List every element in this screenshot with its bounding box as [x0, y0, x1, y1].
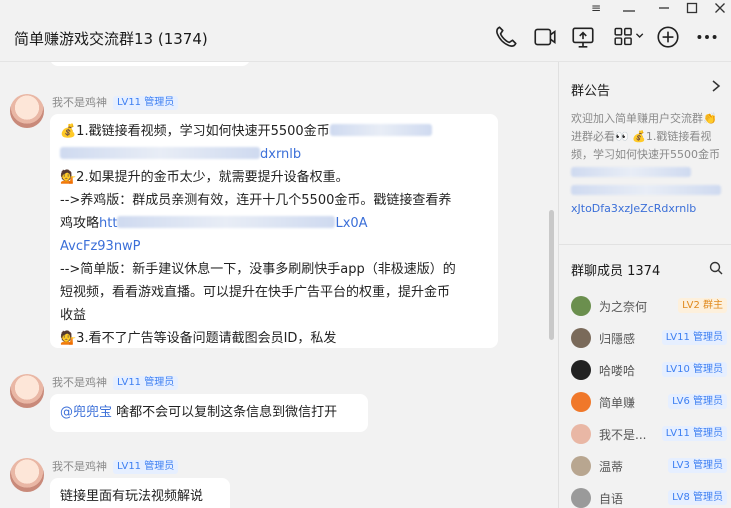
member-row[interactable]: 简单赚 LV6 管理员 — [571, 390, 731, 414]
group-info-panel: 群公告 欢迎加入简单赚用户交流群👏 进群必看👀 💰1.戳链接看视频，学习如何快速… — [559, 62, 731, 508]
message-text: 啥都不会可以复制这条信息到微信打开 — [112, 405, 338, 420]
voice-call-icon[interactable] — [493, 24, 519, 50]
message-text: 鸡攻略 — [60, 216, 100, 231]
chat-title: 简单赚游戏交流群13 (1374) — [14, 30, 208, 48]
member-row[interactable]: 自语 LV8 管理员 — [571, 486, 731, 508]
member-name: 我不是... — [599, 428, 647, 442]
admin-badge: LV6 管理员 — [668, 394, 727, 409]
message-bubble[interactable]: @兜兜宝 啥都不会可以复制这条信息到微信打开 — [50, 394, 368, 432]
message-text: 收益 — [60, 308, 87, 323]
member-name: 归隱感 — [599, 332, 636, 346]
member-avatar[interactable] — [571, 488, 591, 508]
sender-name: 我不是鸡神 — [52, 96, 107, 109]
redacted-link[interactable] — [117, 216, 336, 228]
member-avatar[interactable] — [571, 328, 591, 348]
admin-badge: LV11 管理员 — [661, 426, 727, 441]
add-member-icon[interactable] — [655, 24, 681, 50]
level-badge: LV11 管理员 — [113, 460, 179, 474]
admin-badge: LV11 管理员 — [661, 330, 727, 345]
message-text: -->养鸡版：群成员亲测有效，连开十几个5500金币。戳链接查看养 — [60, 193, 452, 208]
mention-link[interactable]: @兜兜宝 — [60, 405, 112, 420]
redacted-link[interactable] — [571, 167, 691, 177]
member-name: 温蒂 — [599, 460, 624, 474]
message-text: 💁3.看不了广告等设备问题请截图会员ID，私发 — [60, 331, 337, 346]
member-row[interactable]: 我不是... LV11 管理员 — [571, 422, 731, 446]
member-avatar[interactable] — [571, 296, 591, 316]
message-sender: 我不是鸡神 LV11 管理员 — [52, 94, 179, 110]
sender-name: 我不是鸡神 — [52, 376, 107, 389]
redacted-link[interactable] — [571, 185, 721, 195]
admin-badge: LV10 管理员 — [661, 362, 727, 377]
member-row[interactable]: 为之奈何 LV2 群主 — [571, 294, 731, 318]
screen-share-icon[interactable] — [570, 24, 596, 50]
message-link[interactable]: AvcFz93nwP — [60, 235, 488, 258]
message-link[interactable]: Lx0A — [335, 216, 367, 231]
chat-scrollbar[interactable] — [549, 210, 554, 340]
sender-avatar[interactable] — [10, 374, 44, 408]
message-text: 💰1.戳链接看视频，学习如何快速开5500金币 — [60, 124, 330, 139]
redacted-link[interactable] — [329, 124, 432, 136]
search-icon[interactable] — [709, 260, 725, 276]
maximize-icon[interactable] — [683, 2, 701, 20]
sender-avatar[interactable] — [10, 94, 44, 128]
apps-grid-icon[interactable] — [612, 24, 646, 50]
owner-badge: LV2 群主 — [678, 298, 727, 313]
title-bar: 简单赚游戏交流群13 (1374) ≡ — [0, 0, 731, 62]
message-link[interactable]: htt — [99, 216, 117, 231]
member-row[interactable]: 温蒂 LV3 管理员 — [571, 454, 731, 478]
video-call-icon[interactable] — [532, 24, 558, 50]
member-name: 哈喽哈 — [599, 364, 636, 378]
previous-message-bubble — [50, 62, 250, 66]
members-title: 群聊成员 1374 — [571, 264, 661, 279]
sender-name: 我不是鸡神 — [52, 460, 107, 473]
message-sender: 我不是鸡神 LV11 管理员 — [52, 374, 179, 390]
redacted-link[interactable] — [60, 147, 260, 159]
message-text: -->简单版：新手建议休息一下，没事多刷刷快手app（非极速版）的 — [60, 262, 456, 277]
more-menu-icon[interactable]: ≡ — [587, 0, 605, 18]
pin-icon[interactable] — [620, 4, 638, 22]
level-badge: LV11 管理员 — [113, 376, 179, 390]
close-icon[interactable] — [711, 2, 729, 20]
minimize-icon[interactable] — [655, 2, 673, 20]
admin-badge: LV8 管理员 — [668, 490, 727, 505]
group-notice[interactable]: 欢迎加入简单赚用户交流群👏 进群必看👀 💰1.戳链接看视频，学习如何快速开550… — [571, 110, 723, 218]
message-text: 链接里面有玩法视频解说 — [60, 489, 204, 504]
more-options-icon[interactable] — [694, 24, 720, 50]
notice-text: 欢迎加入简单赚用户交流群👏 进群必看👀 💰1.戳链接看视频，学习如何快速开550… — [571, 112, 720, 161]
message-link[interactable]: dxrnlb — [260, 147, 301, 162]
admin-badge: LV3 管理员 — [668, 458, 727, 473]
message-bubble[interactable]: 链接里面有玩法视频解说 — [50, 478, 230, 508]
member-avatar[interactable] — [571, 392, 591, 412]
message-text: 💁2.如果提升的金币太少，就需要提升设备权重。 — [60, 170, 349, 185]
member-name: 简单赚 — [599, 396, 636, 410]
member-name: 为之奈何 — [599, 300, 648, 314]
message-sender: 我不是鸡神 LV11 管理员 — [52, 458, 179, 474]
notice-title[interactable]: 群公告 — [571, 80, 610, 99]
section-divider — [559, 244, 731, 245]
member-avatar[interactable] — [571, 456, 591, 476]
message-bubble[interactable]: 💰1.戳链接看视频，学习如何快速开5500金币 dxrnlb 💁2.如果提升的金… — [50, 114, 498, 348]
member-avatar[interactable] — [571, 424, 591, 444]
member-row[interactable]: 哈喽哈 LV10 管理员 — [571, 358, 731, 382]
member-name: 自语 — [599, 492, 624, 506]
message-text: 短视频，看看游戏直播。可以提升在快手广告平台的权重，提升金币 — [60, 285, 451, 300]
level-badge: LV11 管理员 — [113, 96, 179, 110]
notice-link[interactable]: xJtoDfa3xzJeZcRdxrnlb — [571, 202, 696, 215]
member-row[interactable]: 归隱感 LV11 管理员 — [571, 326, 731, 350]
sender-avatar[interactable] — [10, 458, 44, 492]
member-avatar[interactable] — [571, 360, 591, 380]
chat-message-area[interactable]: 我不是鸡神 LV11 管理员 💰1.戳链接看视频，学习如何快速开5500金币 dx… — [0, 62, 558, 508]
chevron-right-icon[interactable] — [709, 78, 723, 94]
